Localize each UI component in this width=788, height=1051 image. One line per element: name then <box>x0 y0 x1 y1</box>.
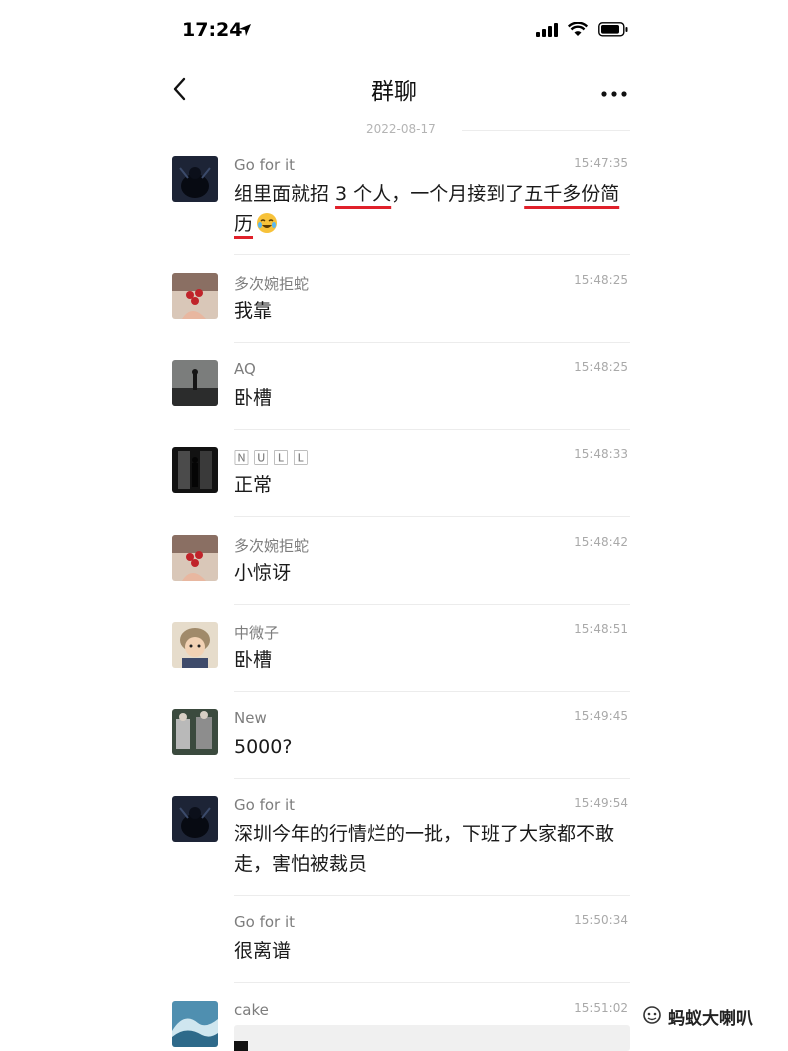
message-text: 正常 <box>234 474 273 496</box>
sender-name: 多次婉拒蛇 <box>234 275 310 293</box>
battery-icon <box>598 22 628 41</box>
image-message[interactable] <box>234 1025 630 1051</box>
message-text: 5000? <box>234 736 293 758</box>
message-time: 15:48:51 <box>574 622 628 636</box>
message-divider <box>234 516 630 517</box>
message-time: 15:51:02 <box>574 1001 628 1015</box>
status-time: 17:24 <box>182 19 243 41</box>
message-time: 15:49:54 <box>574 796 628 810</box>
watermark-text: 蚂蚁大喇叭 <box>668 1009 753 1029</box>
sender-name: cake <box>234 1001 269 1019</box>
more-dots-icon <box>601 91 627 97</box>
message-text: 很离谱 <box>234 940 292 962</box>
avatar[interactable] <box>172 360 218 406</box>
message-time: 15:50:34 <box>574 913 628 927</box>
status-icons <box>536 21 628 41</box>
sender-name: AQ <box>234 360 256 378</box>
message-time: 15:48:25 <box>574 360 628 374</box>
message-text-part: 组里面就招 <box>234 183 336 205</box>
message-text: 小惊讶 <box>234 562 292 584</box>
avatar[interactable] <box>172 709 218 755</box>
message-text: 卧槽 <box>234 387 273 409</box>
sender-name: New <box>234 709 267 727</box>
signal-icon <box>536 22 558 41</box>
avatar[interactable] <box>172 1001 218 1047</box>
message-time: 15:48:42 <box>574 535 628 549</box>
date-divider <box>462 130 630 131</box>
message-text-part: ，一个月接到了 <box>391 183 525 205</box>
message-divider <box>234 982 630 983</box>
avatar[interactable] <box>172 796 218 842</box>
message-divider <box>234 604 630 605</box>
message-divider <box>234 895 630 896</box>
status-bar: 17:24 <box>0 0 788 60</box>
sender-name: Go for it <box>234 796 296 814</box>
avatar[interactable] <box>172 156 218 202</box>
avatar[interactable] <box>172 447 218 493</box>
message-time: 15:47:35 <box>574 156 628 170</box>
message-divider <box>234 342 630 343</box>
message-time: 15:48:25 <box>574 273 628 287</box>
sender-name: 多次婉拒蛇 <box>234 537 310 555</box>
laughing-crying-emoji-icon <box>256 212 278 234</box>
more-button[interactable] <box>600 84 628 97</box>
message-text: 深圳今年的行情烂的一批，下班了大家都不敢走，害怕被裁员 <box>234 823 615 875</box>
message-time: 15:48:33 <box>574 447 628 461</box>
watermark: 蚂蚁大喇叭 <box>642 1004 753 1029</box>
location-arrow-icon <box>238 22 252 41</box>
message-time: 15:49:45 <box>574 709 628 723</box>
avatar[interactable] <box>172 273 218 319</box>
underlined-text: 3 个人 <box>335 183 392 205</box>
message-divider <box>234 691 630 692</box>
sender-name: 中微子 <box>234 624 280 642</box>
wifi-icon <box>567 21 589 41</box>
message-divider <box>234 778 630 779</box>
message-divider <box>234 429 630 430</box>
date-separator: 2022-08-17 <box>0 122 788 140</box>
nav-bar: 群聊 <box>0 62 788 114</box>
avatar[interactable] <box>172 535 218 581</box>
sender-name: Go for it <box>234 913 296 931</box>
avatar[interactable] <box>172 622 218 668</box>
sender-name: 🄽 🅄 🄻 🄻 <box>234 449 309 467</box>
message-text: 我靠 <box>234 300 273 322</box>
message-text: 组里面就招 3 个人，一个月接到了五千多份简历 <box>234 179 624 239</box>
wechat-channel-icon <box>642 1005 662 1029</box>
sender-name: Go for it <box>234 156 296 174</box>
message-text: 卧槽 <box>234 649 273 671</box>
page-title: 群聊 <box>371 79 417 105</box>
date-label: 2022-08-17 <box>366 122 436 136</box>
message-divider <box>234 254 630 255</box>
image-content <box>234 1041 248 1051</box>
